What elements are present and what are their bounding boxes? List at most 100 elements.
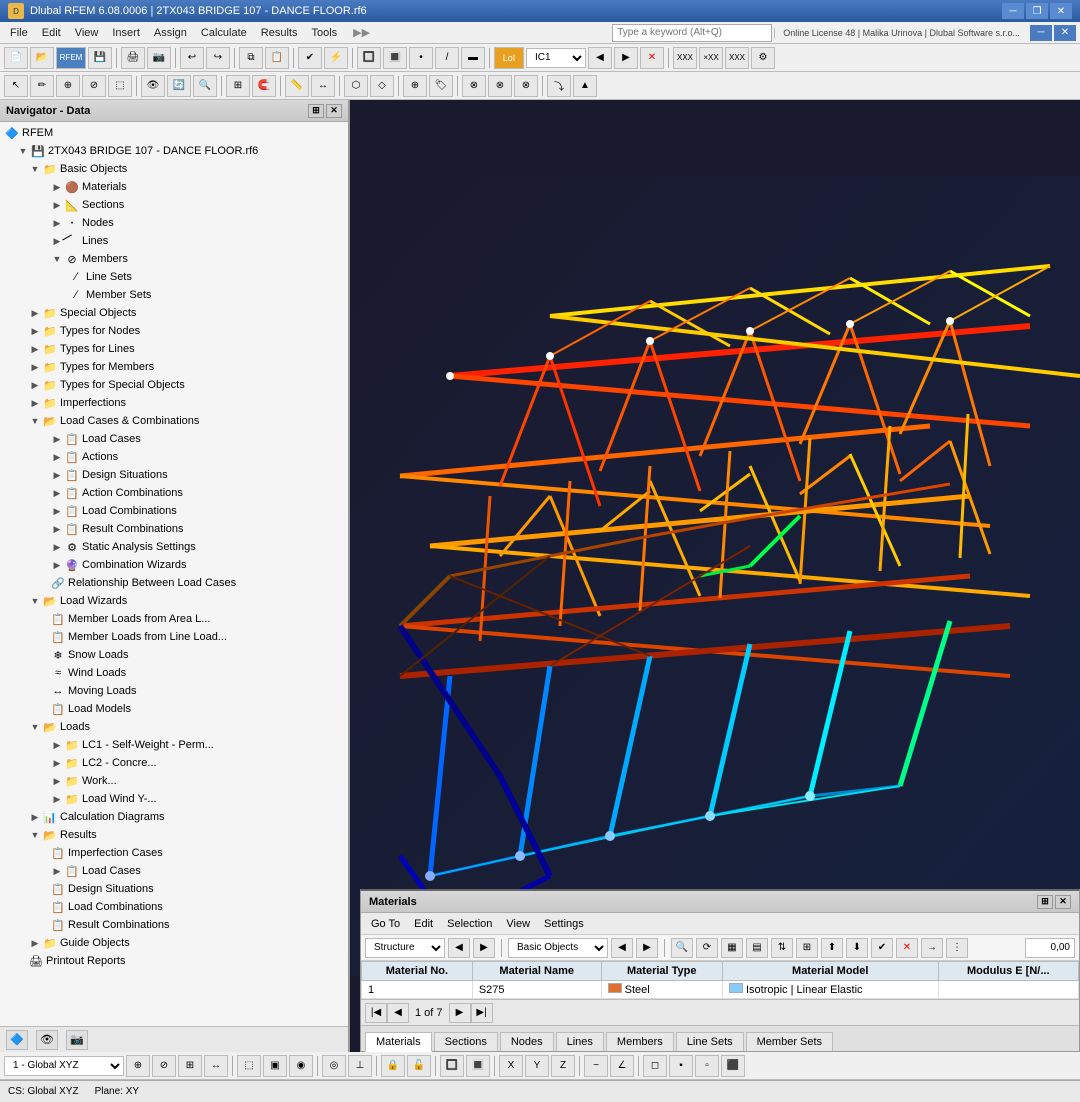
bt-grid[interactable]: ⊞ <box>178 1055 202 1077</box>
tb-copy[interactable]: ⧉ <box>239 47 263 69</box>
tree-sections[interactable]: ▶ 📐 Sections <box>0 196 348 214</box>
online-minimize[interactable]: ─ <box>1030 25 1052 41</box>
bt-lock[interactable]: 🔒 <box>381 1055 405 1077</box>
tb2-filter[interactable]: ⊕ <box>403 75 427 97</box>
tb2-grid[interactable]: ⊞ <box>226 75 250 97</box>
mat-filter-combo[interactable]: Structure <box>365 938 445 958</box>
tb-redo[interactable]: ↪ <box>206 47 230 69</box>
mat-tab-nodes[interactable]: Nodes <box>500 1032 554 1051</box>
bt-view1[interactable]: ◻ <box>643 1055 667 1077</box>
tree-member-loads-line[interactable]: 📋 Member Loads from Line Load... <box>0 628 348 646</box>
tb-calc[interactable]: ⚡ <box>324 47 348 69</box>
ac-toggle[interactable]: ▶ <box>50 486 64 500</box>
tb-members[interactable]: 🔳 <box>383 47 407 69</box>
tree-results[interactable]: ▼ 📂 Results <box>0 826 348 844</box>
tree-wind[interactable]: ≈ Wind Loads <box>0 664 348 682</box>
lcomb-toggle[interactable]: ▶ <box>50 504 64 518</box>
lc2-toggle[interactable]: ▶ <box>50 756 64 770</box>
tb2-cursor[interactable]: ↖ <box>4 75 28 97</box>
bt-view2[interactable]: ▪ <box>669 1055 693 1077</box>
tb-rfem[interactable]: RFEM <box>56 47 86 69</box>
tree-lc2[interactable]: ▶ 📁 LC2 - Concre... <box>0 754 348 772</box>
tree-moving[interactable]: ↔ Moving Loads <box>0 682 348 700</box>
sec-toggle[interactable]: ▶ <box>50 198 64 212</box>
tree-guide-objects[interactable]: ▶ 📁 Guide Objects <box>0 934 348 952</box>
tb2-select[interactable]: ⬚ <box>108 75 132 97</box>
bt-node[interactable]: ⊕ <box>126 1055 150 1077</box>
tb-lol[interactable]: LoI <box>494 47 524 69</box>
nav-restore-btn[interactable]: ⊞ <box>308 104 324 118</box>
cd-toggle[interactable]: ▶ <box>28 810 42 824</box>
tb2-xray[interactable]: ⬡ <box>344 75 368 97</box>
tree-special-objects[interactable]: ▶ 📁 Special Objects <box>0 304 348 322</box>
tmembers-toggle[interactable]: ▶ <box>28 360 42 374</box>
search-input[interactable] <box>612 24 772 42</box>
tspecial-toggle[interactable]: ▶ <box>28 378 42 392</box>
menu-results[interactable]: Results <box>255 25 304 41</box>
tb2-supports[interactable]: ▲ <box>573 75 597 97</box>
tree-materials[interactable]: ▶ 🟤 Materials <box>0 178 348 196</box>
bt-snap[interactable]: ◎ <box>322 1055 346 1077</box>
mat-tab-members[interactable]: Members <box>606 1032 674 1051</box>
lc-toggle[interactable]: ▶ <box>50 432 64 446</box>
tb-undo[interactable]: ↩ <box>180 47 204 69</box>
tb-open[interactable]: 📂 <box>30 47 54 69</box>
mat-tab-member-sets[interactable]: Member Sets <box>746 1032 833 1051</box>
mat-menu-selection[interactable]: Selection <box>441 916 498 932</box>
bt-curve[interactable]: ~ <box>584 1055 608 1077</box>
mat-menu-settings[interactable]: Settings <box>538 916 590 932</box>
mat-import-icon[interactable]: ⬇ <box>846 938 868 958</box>
menu-tools[interactable]: Tools <box>305 25 343 41</box>
mat-row-1[interactable]: 1 S275 Steel Isotropic | Linear Elastic <box>362 981 1079 999</box>
tb2-snap[interactable]: 🧲 <box>252 75 276 97</box>
tree-printout-reports[interactable]: 🖨 Printout Reports <box>0 952 348 970</box>
bt-member[interactable]: ⊘ <box>152 1055 176 1077</box>
tree-imperf-cases[interactable]: 📋 Imperfection Cases <box>0 844 348 862</box>
bt-sel1[interactable]: ⬚ <box>237 1055 261 1077</box>
lw-toggle[interactable]: ▼ <box>28 594 42 608</box>
tb-view3d[interactable]: 🔲 <box>357 47 381 69</box>
minimize-button[interactable]: ─ <box>1002 3 1024 19</box>
bt-xyz-z[interactable]: Z <box>551 1055 575 1077</box>
mat-cat-prev[interactable]: ◀ <box>611 938 633 958</box>
bt-xyz-y[interactable]: Y <box>525 1055 549 1077</box>
lc1-toggle[interactable]: ▶ <box>50 738 64 752</box>
mat-dots-icon[interactable]: ⋮ <box>946 938 968 958</box>
lcc-toggle[interactable]: ▼ <box>28 414 42 428</box>
tree-nodes[interactable]: ▶ · Nodes <box>0 214 348 232</box>
tb2-node[interactable]: ⊕ <box>56 75 80 97</box>
mat-filter-icon[interactable]: 🔍 <box>671 938 693 958</box>
lc3-toggle[interactable]: ▶ <box>50 774 64 788</box>
tb-check[interactable]: ✔ <box>298 47 322 69</box>
project-toggle[interactable]: ▼ <box>16 144 30 158</box>
tlines-toggle[interactable]: ▶ <box>28 342 42 356</box>
rc-toggle[interactable]: ▶ <box>50 522 64 536</box>
tree-lc1[interactable]: ▶ 📁 LC1 - Self-Weight - Perm... <box>0 736 348 754</box>
special-toggle[interactable]: ▶ <box>28 306 42 320</box>
tree-types-nodes[interactable]: ▶ 📁 Types for Nodes <box>0 322 348 340</box>
bt-render1[interactable]: 🔲 <box>440 1055 464 1077</box>
tree-design-situations[interactable]: ▶ 📋 Design Situations <box>0 466 348 484</box>
online-close[interactable]: ✕ <box>1054 25 1076 41</box>
lcwind-toggle[interactable]: ▶ <box>50 792 64 806</box>
mat-table-icon[interactable]: ▦ <box>721 938 743 958</box>
tb2-measure[interactable]: 📏 <box>285 75 309 97</box>
tree-res-load-cases[interactable]: ▶ 📋 Load Cases <box>0 862 348 880</box>
3d-viewport[interactable]: Materials ⊞ ✕ Go To Edit Selection View … <box>350 100 1080 1052</box>
tb2-rotate[interactable]: 🔄 <box>167 75 191 97</box>
tb-x[interactable]: ✕ <box>640 47 664 69</box>
res-toggle[interactable]: ▼ <box>28 828 42 842</box>
tnodes-toggle[interactable]: ▶ <box>28 324 42 338</box>
coord-system-combo[interactable]: 1 - Global XYZ <box>4 1056 124 1076</box>
nav-eye-btn[interactable]: 👁 <box>36 1030 58 1050</box>
tree-comb-wizards[interactable]: ▶ 🔮 Combination Wizards <box>0 556 348 574</box>
mat-toggle[interactable]: ▶ <box>50 180 64 194</box>
menu-insert[interactable]: Insert <box>106 25 146 41</box>
tree-loads[interactable]: ▼ 📂 Loads <box>0 718 348 736</box>
mat-category-combo[interactable]: Basic Objects <box>508 938 608 958</box>
tb2-section-c[interactable]: ⊗ <box>514 75 538 97</box>
menu-view[interactable]: View <box>69 25 105 41</box>
mat-restore-btn[interactable]: ⊞ <box>1037 895 1053 909</box>
members-toggle[interactable]: ▼ <box>50 252 64 266</box>
mat-tab-lines[interactable]: Lines <box>556 1032 604 1051</box>
